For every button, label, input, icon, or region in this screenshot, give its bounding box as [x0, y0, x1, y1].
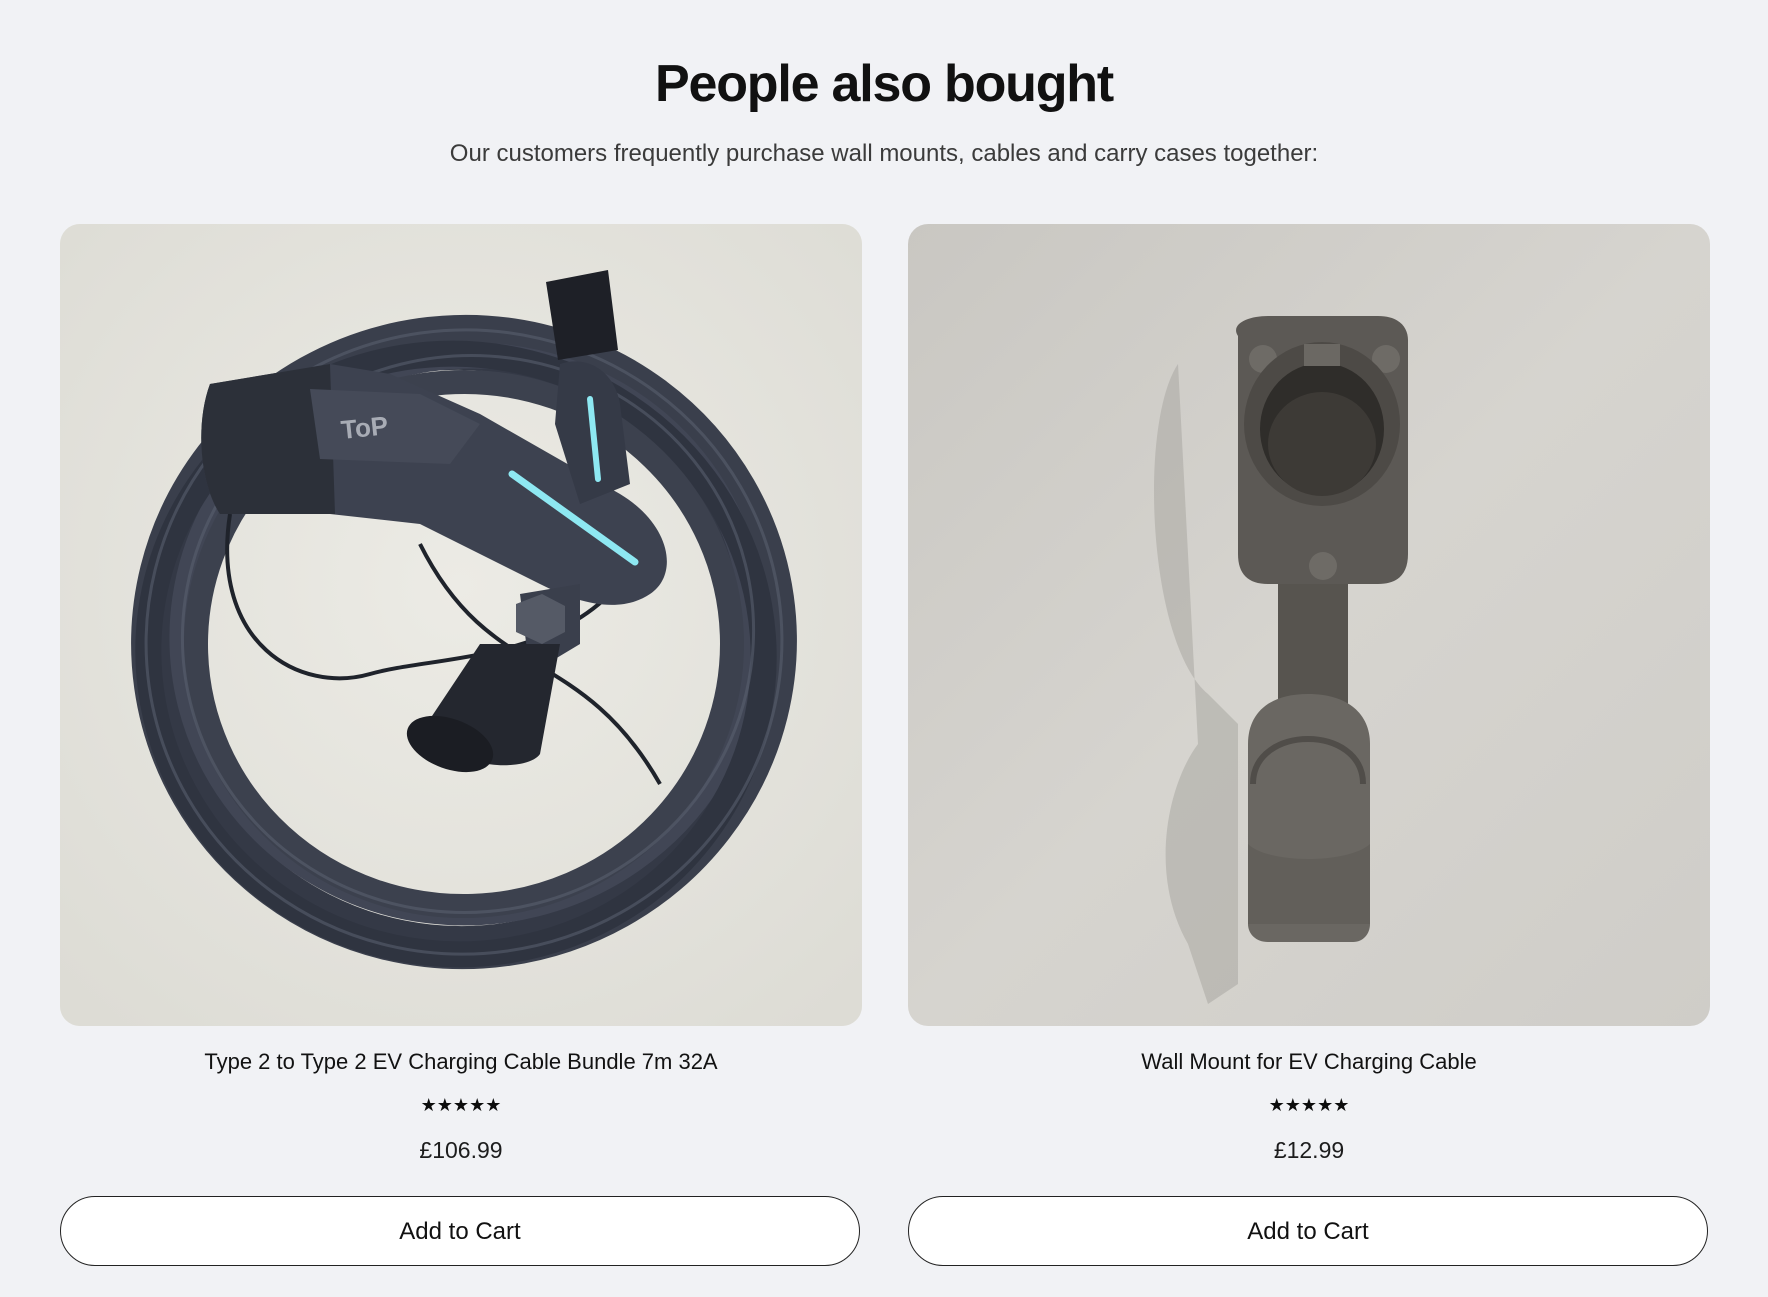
product-card-wall-mount: Wall Mount for EV Charging Cable ★★★★★ £… — [908, 224, 1710, 1268]
charging-cable-image: ToP — [60, 224, 862, 1026]
product-image-cable[interactable]: ToP — [60, 224, 862, 1026]
section-title: People also bought — [655, 55, 1114, 113]
rating-stars: ★★★★★ — [420, 1095, 502, 1115]
product-price: £106.99 — [419, 1137, 503, 1163]
product-image-wall-mount[interactable] — [908, 224, 1710, 1026]
section-subtitle: Our customers frequently purchase wall m… — [449, 140, 1319, 167]
product-price: £12.99 — [1273, 1137, 1345, 1163]
rating-stars: ★★★★★ — [1268, 1095, 1350, 1115]
add-to-cart-button[interactable]: Add to Cart — [908, 1196, 1708, 1266]
page: People also bought Our customers frequen… — [0, 0, 1768, 1297]
product-card-cable: ToP Type 2 to Type 2 EV Charging Cable B… — [60, 224, 862, 1268]
add-to-cart-button[interactable]: Add to Cart — [60, 1196, 860, 1266]
product-title[interactable]: Type 2 to Type 2 EV Charging Cable Bundl… — [60, 1048, 862, 1076]
product-title[interactable]: Wall Mount for EV Charging Cable — [908, 1048, 1710, 1076]
top-charger-logo: ToP — [339, 410, 389, 445]
wall-mount-image — [908, 224, 1710, 1026]
